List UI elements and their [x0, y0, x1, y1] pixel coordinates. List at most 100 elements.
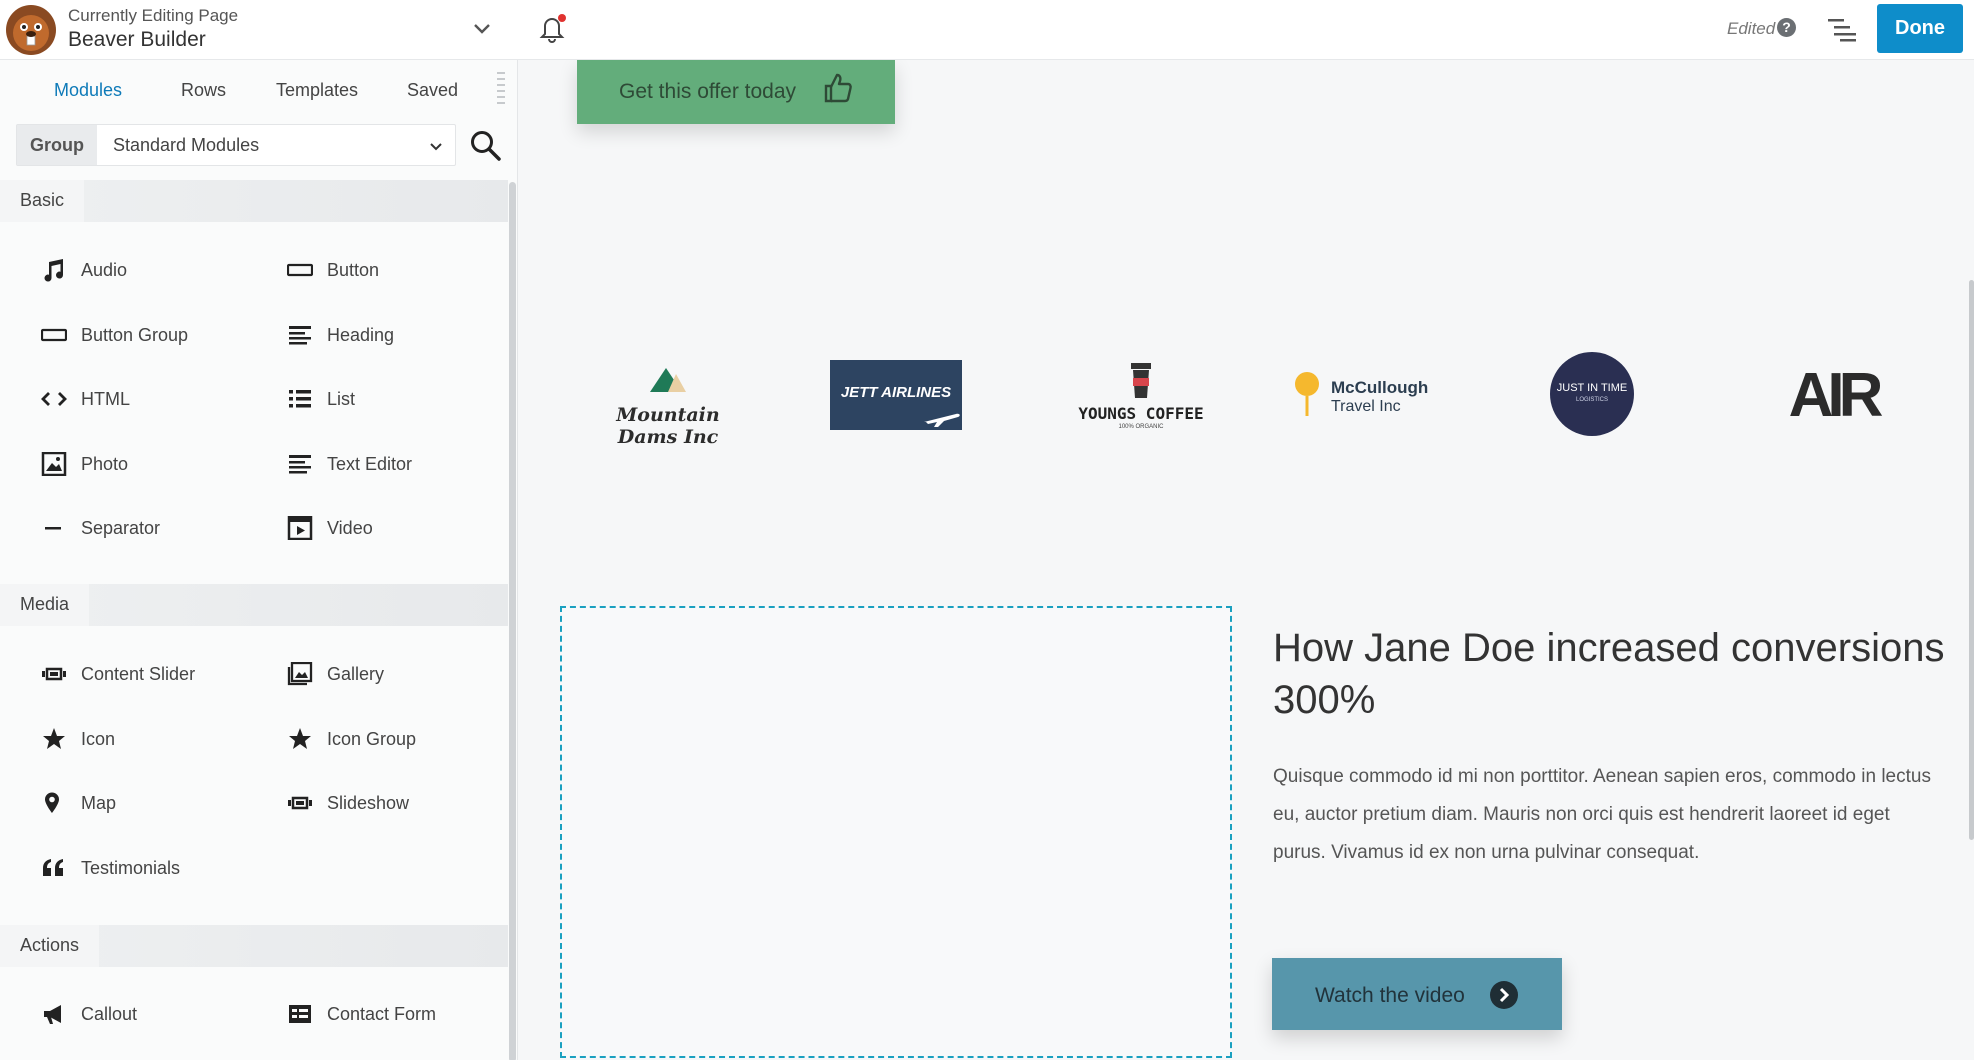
logo-just-in-time: JUST IN TIME LOGISTICS — [1550, 352, 1634, 436]
module-icon[interactable]: Icon — [41, 723, 271, 755]
airplane-icon — [924, 413, 960, 427]
logo-youngs-coffee: YOUNGS COFFEE 100% ORGANIC — [1066, 360, 1216, 436]
slideshow-icon — [288, 796, 312, 810]
notification-dot — [558, 14, 566, 22]
module-label: Callout — [81, 1004, 138, 1024]
module-label: Icon — [81, 729, 116, 749]
quote-icon — [43, 859, 63, 876]
module-photo[interactable]: Photo — [41, 448, 271, 480]
logo-text: JETT AIRLINES — [840, 384, 952, 401]
group-select[interactable]: Group Standard Modules — [16, 124, 456, 166]
balloon-icon — [1295, 372, 1319, 416]
module-label: Text Editor — [327, 454, 413, 474]
module-testimonials[interactable]: Testimonials — [41, 852, 271, 884]
logo-mccullough-travel: McCullough Travel Inc — [1293, 370, 1453, 432]
module-map[interactable]: Map — [41, 787, 271, 819]
video-placeholder[interactable] — [560, 606, 1232, 1058]
notification-bell-icon[interactable] — [537, 12, 567, 44]
case-study-title: How Jane Doe increased conversions 300% — [1273, 626, 1945, 722]
module-label: Gallery — [327, 664, 385, 684]
module-label: Heading — [327, 325, 395, 345]
star-icon — [289, 728, 311, 749]
section-title: Media — [0, 584, 90, 626]
module-button-group[interactable]: Button Group — [41, 319, 271, 351]
modules-panel: Modules Rows Templates Saved Group Stand… — [0, 60, 518, 1060]
module-label: HTML — [81, 389, 130, 409]
module-label: Photo — [81, 454, 129, 474]
logo-subtext: Travel Inc — [1331, 398, 1401, 415]
module-label: Testimonials — [81, 858, 181, 878]
watch-video-button[interactable]: Watch the video — [1272, 958, 1562, 1030]
section-basic: Basic — [0, 180, 508, 222]
logo-text: AIR — [1788, 361, 1884, 430]
module-slideshow[interactable]: Slideshow — [287, 787, 517, 819]
module-separator[interactable]: Separator — [41, 512, 271, 544]
panel-scrollbar[interactable] — [509, 182, 516, 1060]
done-button[interactable]: Done — [1877, 4, 1963, 53]
edited-status: Edited — [1727, 19, 1776, 38]
get-offer-button[interactable]: Get this offer today — [577, 60, 895, 124]
chevron-right-circle-icon — [1490, 981, 1518, 1009]
logo-subtext: 100% ORGANIC — [1118, 424, 1164, 430]
tab-rows[interactable]: Rows — [181, 80, 226, 101]
module-list[interactable]: List — [287, 383, 517, 415]
beaver-logo-icon[interactable] — [4, 3, 58, 57]
module-html[interactable]: HTML — [41, 383, 271, 415]
group-label: Group — [17, 125, 97, 165]
star-icon — [43, 728, 65, 749]
module-label: Video — [327, 518, 373, 538]
module-audio[interactable]: Audio — [41, 254, 271, 286]
logo-air: AIR — [1773, 360, 1893, 430]
canvas-scrollbar[interactable] — [1969, 280, 1974, 840]
section-actions: Actions — [0, 925, 508, 967]
module-label: List — [327, 389, 356, 409]
content-slider-icon — [42, 667, 66, 681]
outline-list-icon[interactable] — [1827, 16, 1857, 42]
case-study-body: Quisque commodo id mi non porttitor. Aen… — [1273, 766, 1931, 863]
section-title: Actions — [0, 925, 100, 967]
module-gallery[interactable]: Gallery — [287, 658, 517, 690]
offer-button-label: Get this offer today — [619, 80, 797, 103]
group-value: Standard Modules — [113, 135, 260, 155]
music-note-icon — [44, 259, 64, 282]
megaphone-icon — [44, 1005, 61, 1024]
list-icon — [289, 390, 311, 408]
mountain-logo-icon — [650, 368, 686, 392]
logo-subtext: LOGISTICS — [1575, 397, 1608, 403]
page-canvas: Get this offer today Mountain Dams Inc J… — [518, 60, 1974, 1060]
editing-caption: Currently Editing Page — [68, 6, 239, 25]
button-group-icon — [41, 328, 67, 342]
gallery-icon — [287, 662, 313, 686]
panel-tabs: Modules Rows Templates Saved — [0, 60, 517, 120]
module-callout[interactable]: Callout — [41, 998, 271, 1030]
thumbs-up-icon — [824, 73, 852, 103]
watch-button-label: Watch the video — [1315, 984, 1465, 1007]
chevron-down-icon — [430, 143, 442, 151]
module-video[interactable]: Video — [287, 512, 517, 544]
form-icon — [289, 1005, 311, 1023]
module-label: Separator — [81, 518, 161, 538]
search-icon[interactable] — [468, 128, 502, 162]
help-icon[interactable]: ? — [1777, 18, 1796, 37]
module-label: Slideshow — [327, 793, 410, 813]
module-button[interactable]: Button — [287, 254, 517, 286]
logo-text: YOUNGS COFFEE — [1078, 404, 1204, 423]
tab-modules[interactable]: Modules — [54, 80, 122, 101]
drag-handle-icon[interactable] — [497, 70, 505, 110]
section-media: Media — [0, 584, 508, 626]
video-icon — [287, 516, 313, 540]
module-label: Audio — [81, 260, 128, 280]
module-text-editor[interactable]: Text Editor — [287, 448, 517, 480]
map-pin-icon — [45, 792, 59, 813]
tab-saved[interactable]: Saved — [407, 80, 458, 101]
module-heading[interactable]: Heading — [287, 319, 517, 351]
tab-templates[interactable]: Templates — [276, 80, 358, 101]
module-content-slider[interactable]: Content Slider — [41, 658, 271, 690]
module-icon-group[interactable]: Icon Group — [287, 723, 517, 755]
section-title: Basic — [0, 180, 85, 222]
coffee-cup-icon — [1131, 363, 1151, 398]
logo-text: McCullough — [1331, 378, 1429, 397]
chevron-down-icon[interactable] — [470, 16, 494, 40]
logo-mountain-dams: Mountain Dams Inc — [588, 360, 748, 448]
module-contact-form[interactable]: Contact Form — [287, 998, 517, 1030]
